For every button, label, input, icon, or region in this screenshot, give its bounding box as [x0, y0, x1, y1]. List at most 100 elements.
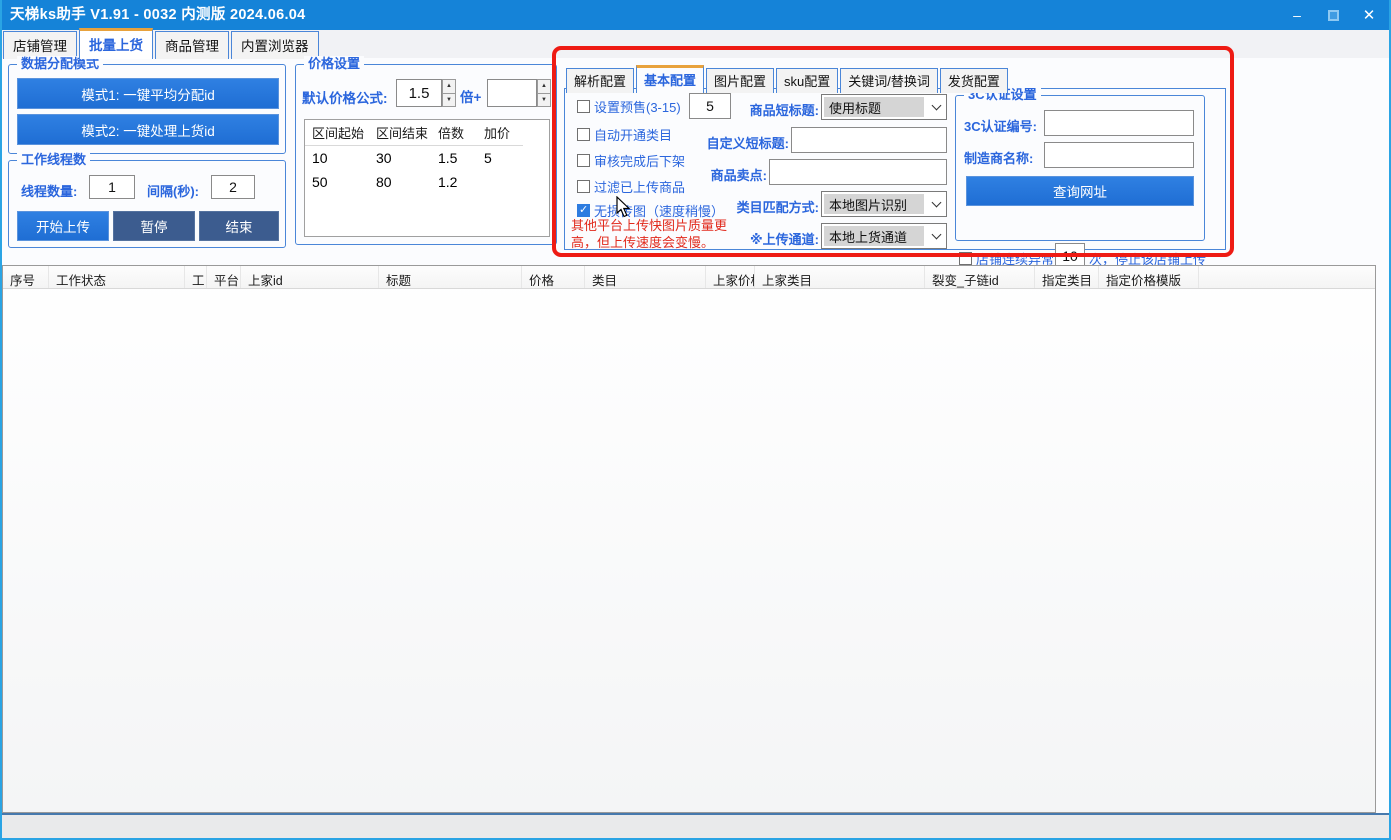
main-tab-bar: 店铺管理 批量上货 商品管理 内置浏览器	[0, 30, 1391, 58]
col-work[interactable]: 工	[185, 266, 207, 288]
short-title-dropdown[interactable]: 使用标题	[821, 94, 947, 120]
col-platform[interactable]: 平台	[207, 266, 241, 288]
price-formula-spinner[interactable]: ▲ ▼	[442, 79, 456, 107]
category-match-selected: 本地图片识别	[824, 194, 924, 214]
stop-button[interactable]: 结束	[199, 211, 279, 241]
upload-channel-dropdown[interactable]: 本地上货通道	[821, 223, 947, 249]
close-button[interactable]: ✕	[1351, 0, 1387, 30]
col-title[interactable]: 标题	[379, 266, 522, 288]
checkbox-icon[interactable]	[577, 128, 590, 141]
minimize-button[interactable]: –	[1279, 0, 1315, 30]
cell-multiplier: 1.2	[431, 170, 477, 194]
thread-group-title: 工作线程数	[17, 152, 90, 168]
price-col-range-start[interactable]: 区间起始	[305, 120, 369, 146]
filter-uploaded-checkbox[interactable]: 过滤已上传商品	[577, 177, 685, 196]
lossless-note-line1: 其他平台上传快图片质量更	[571, 217, 727, 234]
spinner-down-icon[interactable]: ▼	[442, 94, 456, 108]
checkbox-checked-icon[interactable]	[577, 204, 590, 217]
maximize-button[interactable]	[1315, 0, 1351, 30]
col-supplier-category[interactable]: 上家类目	[755, 266, 925, 288]
tab-shop-management[interactable]: 店铺管理	[3, 31, 77, 59]
status-bar	[0, 815, 1391, 840]
cert-group: 3C认证设置 3C认证编号: 制造商名称: 查询网址	[955, 95, 1205, 241]
checkbox-icon[interactable]	[577, 180, 590, 193]
auto-category-checkbox[interactable]: 自动开通类目	[577, 125, 672, 144]
thread-count-input[interactable]	[89, 175, 135, 199]
offshelf-checkbox[interactable]: 审核完成后下架	[577, 151, 685, 170]
upload-channel-selected: 本地上货通道	[824, 226, 924, 246]
maker-name-input[interactable]	[1044, 142, 1194, 168]
price-range-table: 区间起始 区间结束 倍数 加价 10 30 1.5 5 50 80 1.2	[304, 119, 550, 237]
col-work-status[interactable]: 工作状态	[49, 266, 185, 288]
cert-number-input[interactable]	[1044, 110, 1194, 136]
thread-count-label: 线程数量:	[21, 181, 77, 200]
config-tab-sku[interactable]: sku配置	[776, 68, 838, 93]
price-formula-label: 默认价格公式:	[302, 87, 388, 107]
config-tab-image[interactable]: 图片配置	[706, 68, 774, 93]
price-col-range-end[interactable]: 区间结束	[369, 120, 431, 146]
col-assigned-category[interactable]: 指定类目	[1035, 266, 1099, 288]
maker-name-label: 制造商名称:	[964, 148, 1033, 167]
filter-uploaded-label: 过滤已上传商品	[594, 177, 685, 196]
mode2-button[interactable]: 模式2: 一键处理上货id	[17, 114, 279, 145]
config-tab-bar: 解析配置 基本配置 图片配置 sku配置 关键词/替换词 发货配置	[566, 64, 1010, 92]
short-title-label: 商品短标题:	[731, 100, 819, 119]
data-mode-group: 数据分配模式 模式1: 一键平均分配id 模式2: 一键处理上货id	[8, 64, 286, 154]
cell-range-start: 10	[305, 146, 369, 170]
upload-channel-label: ※上传通道:	[725, 229, 819, 248]
cell-addition: 5	[477, 146, 523, 170]
col-index[interactable]: 序号	[3, 266, 49, 288]
basic-config-panel: 设置预售(3-15) 自动开通类目 审核完成后下架 过滤已上传商品 无损传图（速…	[564, 88, 1226, 250]
start-upload-button[interactable]: 开始上传	[17, 211, 109, 241]
cell-multiplier: 1.5	[431, 146, 477, 170]
spinner-up-icon[interactable]: ▲	[537, 79, 551, 94]
lossless-note-line2: 高，但上传速度会变慢。	[571, 234, 714, 251]
price-group: 价格设置 默认价格公式: ▲ ▼ 倍+ ▲ ▼ 区间起始 区间结束 倍数 加价	[295, 64, 557, 245]
auto-category-label: 自动开通类目	[594, 125, 672, 144]
interval-input[interactable]	[211, 175, 255, 199]
selling-point-input[interactable]	[769, 159, 947, 185]
product-table-body[interactable]	[3, 289, 1375, 813]
pause-button[interactable]: 暂停	[113, 211, 195, 241]
chevron-down-icon	[926, 224, 946, 248]
price-col-addition[interactable]: 加价	[477, 120, 523, 146]
price-group-title: 价格设置	[304, 56, 364, 72]
interval-label: 间隔(秒):	[147, 181, 199, 200]
custom-short-title-input[interactable]	[791, 127, 947, 153]
chevron-down-icon	[926, 95, 946, 119]
tab-builtin-browser[interactable]: 内置浏览器	[231, 31, 319, 59]
tab-product-management[interactable]: 商品管理	[155, 31, 229, 59]
price-formula-input[interactable]	[396, 79, 442, 107]
col-assigned-price-template[interactable]: 指定价格模版	[1099, 266, 1199, 288]
category-match-dropdown[interactable]: 本地图片识别	[821, 191, 947, 217]
cell-range-start: 50	[305, 170, 369, 194]
price-table-row: 50 80 1.2	[305, 170, 549, 194]
window-controls: – ✕	[1279, 0, 1387, 30]
app-window: 天梯ks助手 V1.91 - 0032 内测版 2024.06.04 – ✕ 店…	[0, 0, 1391, 840]
col-filler	[1199, 266, 1375, 288]
mode1-button[interactable]: 模式1: 一键平均分配id	[17, 78, 279, 109]
presale-days-input[interactable]	[689, 93, 731, 119]
col-price[interactable]: 价格	[522, 266, 585, 288]
col-category[interactable]: 类目	[585, 266, 706, 288]
spinner-up-icon[interactable]: ▲	[442, 79, 456, 94]
presale-checkbox[interactable]: 设置预售(3-15)	[577, 97, 681, 116]
price-col-multiplier[interactable]: 倍数	[431, 120, 477, 146]
checkbox-icon[interactable]	[577, 154, 590, 167]
checkbox-icon[interactable]	[577, 100, 590, 113]
col-supplier-price[interactable]: 上家价格	[706, 266, 755, 288]
spinner-down-icon[interactable]: ▼	[537, 94, 551, 108]
query-url-button[interactable]: 查询网址	[966, 176, 1194, 206]
col-supplier-id[interactable]: 上家id	[241, 266, 379, 288]
product-list-table: 序号 工作状态 工 平台 上家id 标题 价格 类目 上家价格 上家类目 裂变_…	[2, 265, 1376, 813]
maximize-icon	[1328, 10, 1339, 21]
config-tab-basic[interactable]: 基本配置	[636, 65, 704, 93]
price-plus-spinner[interactable]: ▲ ▼	[537, 79, 551, 107]
config-tab-shipping[interactable]: 发货配置	[940, 68, 1008, 93]
tab-batch-upload[interactable]: 批量上货	[79, 28, 153, 59]
col-fission-sublink-id[interactable]: 裂变_子链id	[925, 266, 1035, 288]
config-tab-parse[interactable]: 解析配置	[566, 68, 634, 93]
config-tab-keywords[interactable]: 关键词/替换词	[840, 68, 938, 93]
checkbox-icon[interactable]	[959, 252, 972, 265]
price-plus-input[interactable]	[487, 79, 537, 107]
